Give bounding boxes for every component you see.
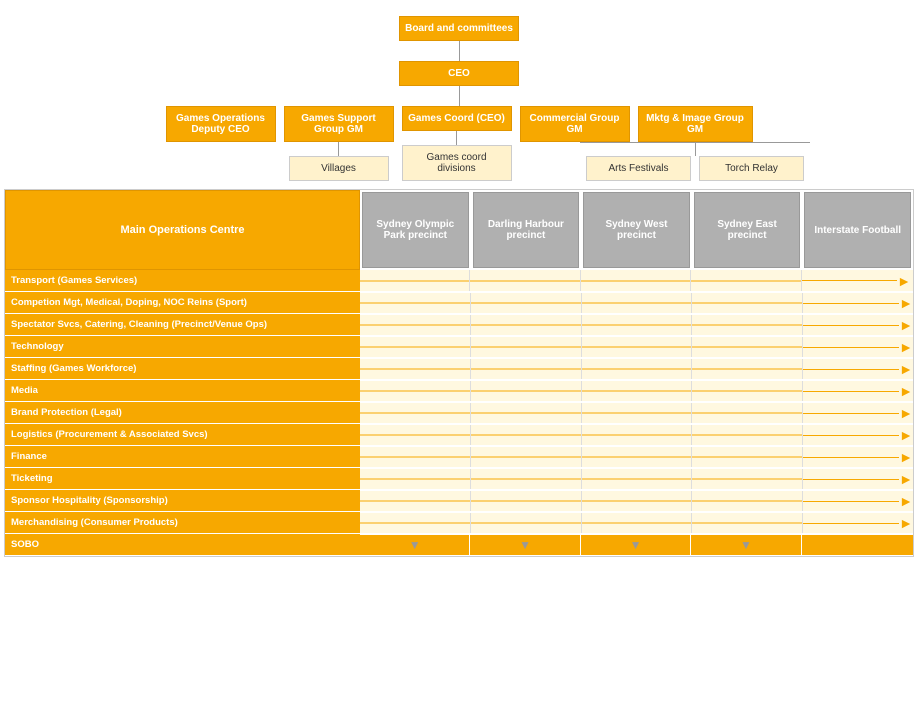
col-mktg: Mktg & Image Group GM Arts Festivals Tor… xyxy=(638,106,753,181)
precinct-0: Sydney Olympic Park precinct xyxy=(362,192,469,268)
torch-label: Torch Relay xyxy=(725,163,778,174)
precinct-2: Sydney West precinct xyxy=(583,192,690,268)
row-5: Media xyxy=(5,380,360,402)
matrix-row-11: ► xyxy=(360,512,913,534)
precinct-3: Sydney East precinct xyxy=(694,192,801,268)
games-support-box: Games Support Group GM xyxy=(284,106,394,142)
row-4: Staffing (Games Workforce) xyxy=(5,358,360,380)
org-top: Board and committees CEO Games Operation… xyxy=(4,8,914,181)
mktg-label: Mktg & Image Group GM xyxy=(646,113,744,135)
arts-label: Arts Festivals xyxy=(608,163,668,174)
row-11: Merchandising (Consumer Products) xyxy=(5,512,360,534)
games-coord-div-box: Games coord divisions xyxy=(402,145,512,181)
matrix-row-3: ► xyxy=(360,336,913,358)
matrix-row-12: ▼ ▼ ▼ ▼ ► xyxy=(360,534,913,556)
col-games-coord: Games Coord (CEO) Games coord divisions xyxy=(402,106,512,181)
matrix-row-2: ► xyxy=(360,314,913,336)
arrow-down-2: ▼ xyxy=(630,538,642,552)
matrix-row-8: ► xyxy=(360,446,913,468)
precinct-4: Interstate Football xyxy=(804,192,911,268)
board-box: Board and committees xyxy=(399,16,519,41)
arrow-right-12: ► xyxy=(897,538,911,552)
arrow-right-5: ► xyxy=(899,384,913,398)
col-games-ops: Games Operations Deputy CEO xyxy=(166,106,276,142)
matrix-left: Main Operations Centre Transport (Games … xyxy=(5,190,360,556)
matrix-row-9: ► xyxy=(360,468,913,490)
arrow-right-6: ► xyxy=(899,406,913,420)
matrix-right: Sydney Olympic Park precinct Darling Har… xyxy=(360,190,913,556)
row-6: Brand Protection (Legal) xyxy=(5,402,360,424)
row-8: Finance xyxy=(5,446,360,468)
matrix-row-5: ► xyxy=(360,380,913,402)
games-coord-div-label: Games coord divisions xyxy=(426,152,486,174)
row-0: Transport (Games Services) xyxy=(5,270,360,292)
row-2: Spectator Svcs, Catering, Cleaning (Prec… xyxy=(5,314,360,336)
precinct-headers: Sydney Olympic Park precinct Darling Har… xyxy=(360,190,913,270)
row-7: Logistics (Procurement & Associated Svcs… xyxy=(5,424,360,446)
main-ops-label: Main Operations Centre xyxy=(120,224,244,236)
games-ops-label: Games Operations Deputy CEO xyxy=(176,113,265,135)
arrow-right-4: ► xyxy=(899,362,913,376)
row-3: Technology xyxy=(5,336,360,358)
arrow-right-11: ► xyxy=(899,516,913,530)
row-12: SOBO xyxy=(5,534,360,556)
arrow-right-9: ► xyxy=(899,472,913,486)
matrix-row-4: ► xyxy=(360,358,913,380)
arrow-down-0: ▼ xyxy=(409,538,421,552)
torch-box: Torch Relay xyxy=(699,156,804,181)
ceo-box: CEO xyxy=(399,61,519,86)
row-9: Ticketing xyxy=(5,468,360,490)
games-support-label: Games Support Group GM xyxy=(301,113,375,135)
row-10: Sponsor Hospitality (Sponsorship) xyxy=(5,490,360,512)
games-ops-box: Games Operations Deputy CEO xyxy=(166,106,276,142)
arrow-right-2: ► xyxy=(899,318,913,332)
commercial-box: Commercial Group GM xyxy=(520,106,630,142)
matrix-row-0: ► xyxy=(360,270,913,292)
games-coord-label: Games Coord (CEO) xyxy=(408,113,505,124)
col-commercial: Commercial Group GM xyxy=(520,106,630,142)
matrix-section: Main Operations Centre Transport (Games … xyxy=(4,189,914,557)
commercial-label: Commercial Group GM xyxy=(529,113,619,135)
precinct-1: Darling Harbour precinct xyxy=(473,192,580,268)
matrix-row-10: ► xyxy=(360,490,913,512)
row-1: Competion Mgt, Medical, Doping, NOC Rein… xyxy=(5,292,360,314)
arrow-right-0: ► xyxy=(897,274,911,288)
games-coord-box: Games Coord (CEO) xyxy=(402,106,512,131)
matrix-rows: ► ► xyxy=(360,270,913,556)
arrow-right-1: ► xyxy=(899,296,913,310)
arrow-down-3: ▼ xyxy=(740,538,752,552)
arts-box: Arts Festivals xyxy=(586,156,691,181)
arrow-right-7: ► xyxy=(899,428,913,442)
col-games-support: Games Support Group GM Villages xyxy=(284,106,394,181)
main-ops-box: Main Operations Centre xyxy=(5,190,360,270)
matrix-row-1: ► xyxy=(360,292,913,314)
ceo-label: CEO xyxy=(448,68,470,79)
mktg-box: Mktg & Image Group GM xyxy=(638,106,753,142)
matrix-row-7: ► xyxy=(360,424,913,446)
row-labels: Transport (Games Services) Competion Mgt… xyxy=(5,270,360,556)
arrow-down-1: ▼ xyxy=(519,538,531,552)
arrow-right-8: ► xyxy=(899,450,913,464)
arrow-right-3: ► xyxy=(899,340,913,354)
matrix-row-6: ► xyxy=(360,402,913,424)
org-chart: Board and committees CEO Games Operation… xyxy=(0,0,918,565)
board-label: Board and committees xyxy=(405,23,513,34)
villages-box: Villages xyxy=(289,156,389,181)
villages-label: Villages xyxy=(321,163,356,174)
arrow-right-10: ► xyxy=(899,494,913,508)
